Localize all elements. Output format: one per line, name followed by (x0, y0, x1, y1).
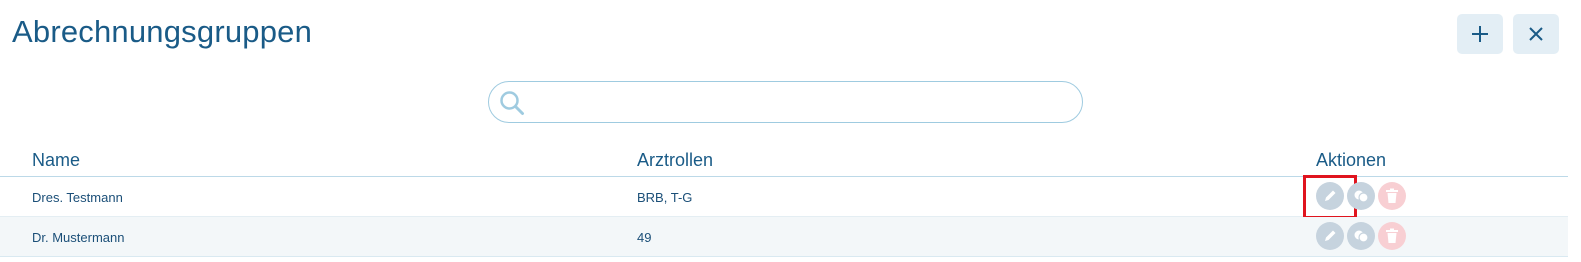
search-icon (500, 91, 524, 115)
pencil-icon (1325, 230, 1336, 241)
column-header-name[interactable]: Name (32, 150, 80, 171)
row-actions (1303, 175, 1406, 219)
trash-icon (1386, 188, 1398, 203)
copy-icon (1354, 190, 1369, 203)
edit-button[interactable] (1303, 175, 1357, 219)
table-row[interactable]: Dres. Testmann BRB, T-G (0, 175, 1568, 219)
row-actions (1316, 222, 1406, 250)
table-row[interactable]: Dr. Mustermann 49 (0, 217, 1568, 257)
row-roles: BRB, T-G (637, 190, 693, 205)
page-title: Abrechnungsgruppen (12, 14, 313, 49)
close-button[interactable] (1513, 14, 1559, 54)
plus-icon (1472, 26, 1488, 42)
column-header-actions: Aktionen (1316, 150, 1387, 170)
search-box (488, 81, 1083, 123)
search-input[interactable] (533, 88, 1071, 116)
edit-button[interactable] (1316, 222, 1344, 250)
pencil-icon (1325, 190, 1336, 201)
row-name: Dres. Testmann (32, 190, 123, 205)
add-button[interactable] (1457, 14, 1503, 54)
delete-button[interactable] (1378, 222, 1406, 250)
billing-groups-table: Name Arztrollen Aktionen Dres. Testmann … (0, 146, 1568, 257)
copy-button[interactable] (1347, 182, 1375, 210)
close-icon (1529, 27, 1543, 41)
copy-icon (1354, 230, 1369, 243)
page: Abrechnungsgruppen Name Arztrollen Aktio… (0, 0, 1581, 262)
trash-icon (1386, 228, 1398, 243)
row-name: Dr. Mustermann (32, 230, 125, 245)
row-roles: 49 (637, 230, 652, 245)
table-header: Name Arztrollen Aktionen (0, 146, 1568, 177)
delete-button[interactable] (1378, 182, 1406, 210)
copy-button[interactable] (1347, 222, 1375, 250)
column-header-roles[interactable]: Arztrollen (637, 150, 713, 171)
